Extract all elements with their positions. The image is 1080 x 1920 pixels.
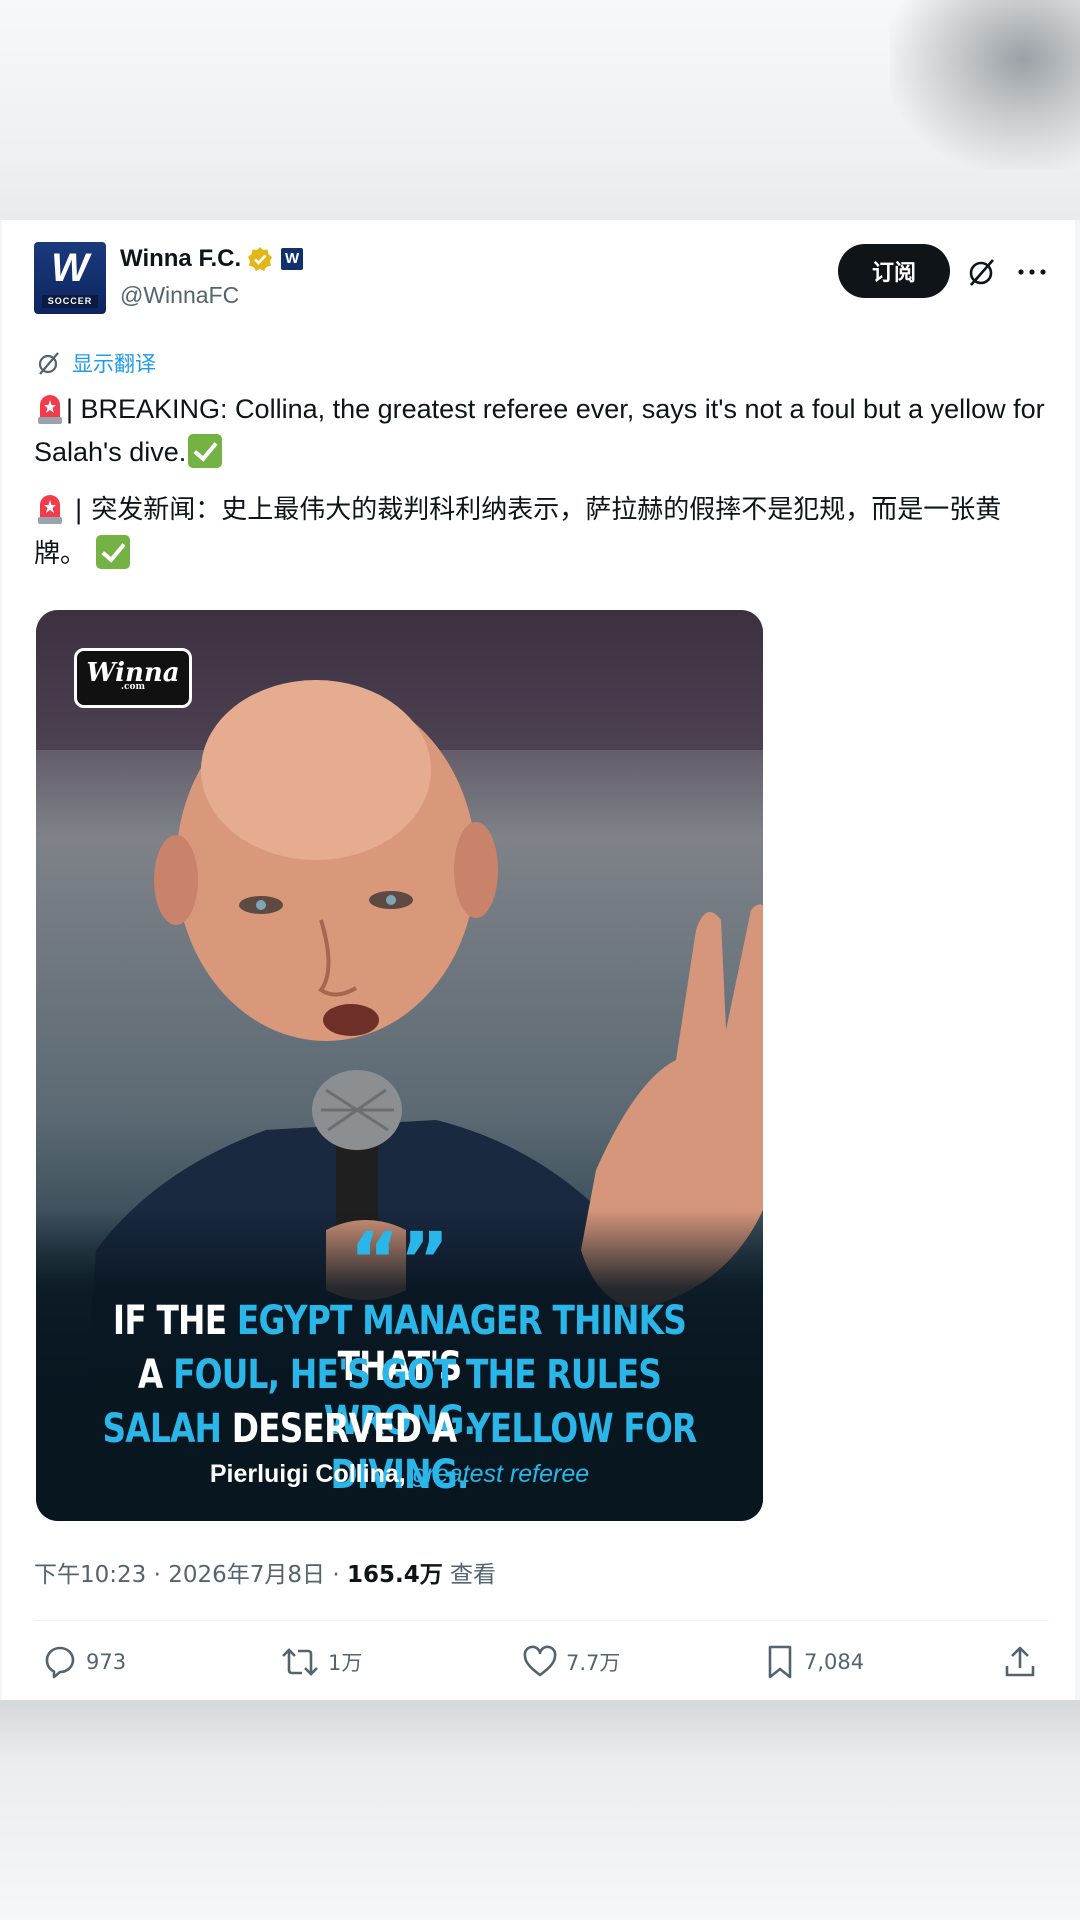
- reply-icon: [45, 1646, 75, 1679]
- share-button[interactable]: [1002, 1642, 1046, 1682]
- repost-count: 1万: [328, 1651, 363, 1675]
- like-button[interactable]: 7.7万: [522, 1642, 620, 1682]
- avatar-letter: W: [51, 246, 89, 290]
- check-mark-emoji-icon: [188, 434, 223, 468]
- winna-logo: Winna .com: [74, 648, 192, 708]
- quote-segment: IF THE: [112, 1298, 237, 1344]
- author-handle[interactable]: @WinnaFC: [120, 282, 239, 309]
- reply-button[interactable]: 973: [42, 1642, 126, 1682]
- check-mark-emoji-icon: [96, 535, 131, 569]
- tweet-text-english: | BREAKING: Collina, the greatest refere…: [34, 388, 1049, 474]
- subscribe-button[interactable]: 订阅: [838, 244, 950, 298]
- winna-logo-sub: .com: [120, 682, 146, 692]
- siren-emoji-icon: [34, 491, 66, 525]
- quote-segment: EGYPT MANAGER THINKS: [236, 1298, 687, 1344]
- bookmark-count: 7,084: [804, 1650, 865, 1674]
- heart-icon: [523, 1645, 557, 1677]
- view-label: 查看: [442, 1562, 497, 1588]
- bookmark-icon: [768, 1645, 792, 1679]
- tweet-text-chinese: | 突发新闻：史上最伟大的裁判科利纳表示，萨拉赫的假摔不是犯规，而是一张黄牌。: [34, 488, 1049, 576]
- quote-segment: A: [137, 1352, 174, 1398]
- blurred-background-bottom: [0, 1700, 1080, 1920]
- attribution-name: Pierluigi Collina,: [209, 1460, 406, 1488]
- author-name-row: Winna F.C. W: [120, 244, 304, 274]
- tweet-text-chinese-content: | 突发新闻：史上最伟大的裁判科利纳表示，萨拉赫的假摔不是犯规，而是一张黄牌。: [34, 495, 1002, 569]
- timestamp[interactable]: 下午10:23 · 2026年7月8日 ·: [34, 1562, 347, 1588]
- view-count: 165.4万: [346, 1562, 443, 1588]
- show-translation-link[interactable]: 显示翻译: [36, 348, 156, 378]
- share-icon: [1005, 1646, 1035, 1677]
- bookmark-button[interactable]: 7,084: [764, 1642, 864, 1682]
- quote-marks-icon: “”: [349, 1215, 450, 1304]
- quote-segment: SALAH: [102, 1406, 222, 1452]
- quote-attribution: Pierluigi Collina, greatest referee: [36, 1460, 763, 1489]
- avatar[interactable]: W SOCCER: [34, 242, 106, 314]
- verified-badge-icon: [247, 246, 273, 272]
- like-count: 7.7万: [566, 1651, 621, 1675]
- grok-translate-icon: [38, 352, 59, 375]
- action-bar: 973 1万 7.7万 7,084: [2, 1642, 1075, 1692]
- tweet-media-image[interactable]: Winna .com “” IF THE EGYPT MANAGER THINK…: [36, 610, 763, 1521]
- siren-emoji-icon: [34, 391, 66, 425]
- affiliate-badge-icon[interactable]: W: [281, 248, 304, 270]
- tweet-text-english-content: | BREAKING: Collina, the greatest refere…: [34, 394, 1045, 467]
- attribution-role: greatest referee: [412, 1460, 590, 1488]
- more-options-icon[interactable]: [1014, 256, 1050, 288]
- avatar-sub-label: SOCCER: [42, 295, 98, 308]
- tweet-meta: 下午10:23 · 2026年7月8日 · 165.4万 查看: [34, 1555, 496, 1589]
- repost-button[interactable]: 1万: [280, 1642, 362, 1682]
- grok-icon[interactable]: [966, 256, 998, 288]
- author-name[interactable]: Winna F.C.: [120, 245, 241, 273]
- show-translation-label: 显示翻译: [72, 352, 156, 376]
- reply-count: 973: [86, 1650, 127, 1674]
- blurred-background-blob: [890, 0, 1080, 170]
- repost-icon: [282, 1648, 318, 1676]
- quote-segment: DESERVED A: [221, 1406, 467, 1452]
- tweet-card: W SOCCER Winna F.C. W @WinnaFC 订阅 显示翻译 |…: [2, 220, 1075, 1700]
- divider: [34, 1620, 1049, 1621]
